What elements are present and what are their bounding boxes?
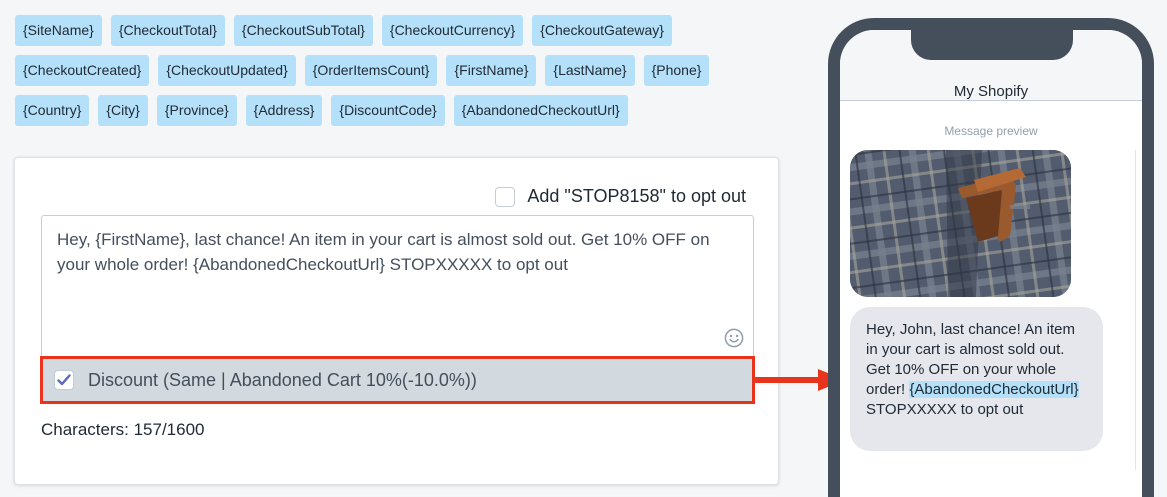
message-text: Hey, {FirstName}, last chance! An item i… (57, 230, 710, 274)
tag-row: {SiteName} {CheckoutTotal} {CheckoutSubT… (15, 15, 755, 46)
tag-checkoutsubtotal[interactable]: {CheckoutSubTotal} (233, 15, 373, 46)
tag-country[interactable]: {Country} (15, 95, 90, 126)
tag-row: {Country} {City} {Province} {Address} {D… (15, 95, 755, 126)
tag-firstname[interactable]: {FirstName} (446, 55, 537, 86)
phone-header: My Shopify (840, 30, 1142, 101)
optout-label: Add "STOP8158" to opt out (527, 186, 746, 206)
tag-checkoutgateway[interactable]: {CheckoutGateway} (532, 15, 672, 46)
checkmark-icon (57, 374, 71, 386)
tag-sitename[interactable]: {SiteName} (15, 15, 102, 46)
tag-phone[interactable]: {Phone} (643, 55, 710, 86)
phone-preview: My Shopify Message preview Hey, John, la… (828, 18, 1154, 497)
preview-label: Message preview (944, 124, 1038, 138)
product-image (850, 150, 1071, 297)
discount-label: Discount (Same | Abandoned Cart 10%(-10.… (88, 369, 477, 390)
message-editor-card: Add "STOP8158" to opt out Hey, {FirstNam… (14, 157, 779, 485)
tag-checkoutcurrency[interactable]: {CheckoutCurrency} (381, 15, 524, 46)
bubble-text-end: STOPXXXXX to opt out (866, 401, 1024, 418)
variable-tags: {SiteName} {CheckoutTotal} {CheckoutSubT… (15, 15, 755, 135)
character-count: Characters: 157/1600 (41, 420, 205, 439)
optout-checkbox[interactable] (495, 186, 516, 207)
bubble-link: {AbandonedCheckoutUrl} (909, 381, 1079, 398)
tag-row: {CheckoutCreated} {CheckoutUpdated} {Ord… (15, 55, 755, 86)
phone-title: My Shopify (953, 83, 1029, 100)
message-bubble: Hey, John, last chance! An item in your … (850, 307, 1103, 451)
tag-lastname[interactable]: {LastName} (545, 55, 635, 86)
tag-abandonedcheckouturl[interactable]: {AbandonedCheckoutUrl} (453, 95, 628, 126)
tag-address[interactable]: {Address} (245, 95, 323, 126)
tag-orderitemscount[interactable]: {OrderItemsCount} (304, 55, 438, 86)
discount-checkbox[interactable] (54, 370, 74, 390)
smiley-icon[interactable] (724, 328, 744, 348)
preview-scrollbar[interactable] (1135, 150, 1136, 470)
tag-checkoutupdated[interactable]: {CheckoutUpdated} (158, 55, 296, 86)
tag-discountcode[interactable]: {DiscountCode} (331, 95, 445, 126)
discount-option[interactable]: Discount (Same | Abandoned Cart 10%(-10.… (40, 356, 755, 404)
message-textarea[interactable]: Hey, {FirstName}, last chance! An item i… (41, 215, 754, 358)
tag-province[interactable]: {Province} (156, 95, 237, 126)
phone-notch (911, 30, 1073, 60)
optout-option[interactable]: Add "STOP8158" to opt out (495, 186, 746, 207)
tag-checkoutcreated[interactable]: {CheckoutCreated} (15, 55, 150, 86)
tag-checkouttotal[interactable]: {CheckoutTotal} (110, 15, 225, 46)
tag-city[interactable]: {City} (98, 95, 148, 126)
